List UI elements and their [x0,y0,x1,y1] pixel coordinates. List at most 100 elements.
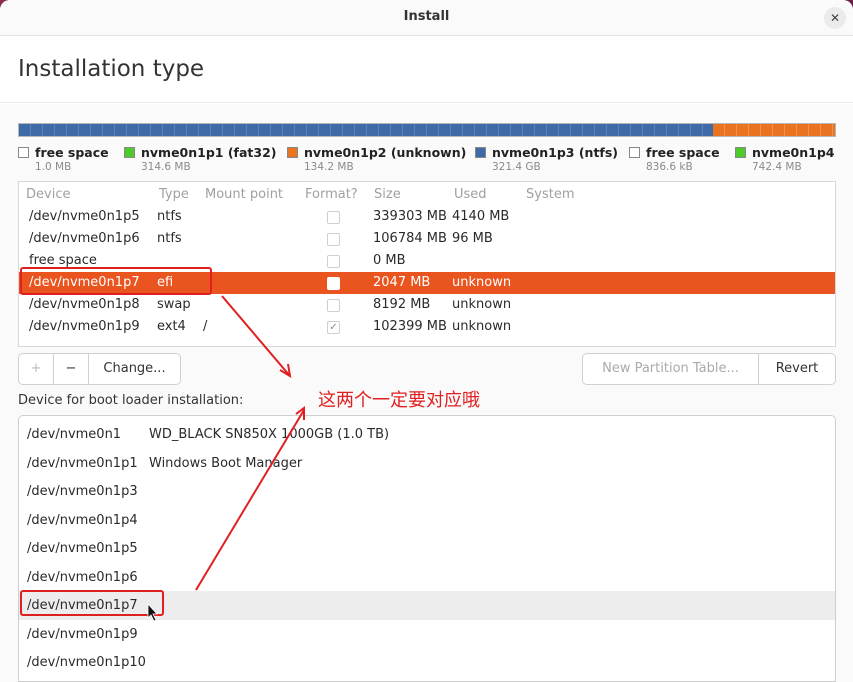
row-size: 339303 MB [373,209,447,224]
row-size: 0 MB [373,253,406,268]
format-checkbox[interactable] [327,233,340,246]
revert-button[interactable]: Revert [758,353,836,385]
table-header: Device Type Mount point Format? Size Use… [19,185,835,205]
row-type: ntfs [157,231,182,246]
row-size: 2047 MB [373,275,431,290]
legend-size: 1.0 MB [35,161,72,173]
boot-loader-label: Device for boot loader installation: [18,393,244,408]
boot-device-item[interactable]: /dev/nvme0n1p6 [19,563,835,592]
add-partition-button[interactable]: + [18,353,54,385]
legend-name: nvme0n1p2 (unknown) [304,145,467,160]
legend-swatch [475,147,486,158]
partition-legend: free space 1.0 MB nvme0n1p1 (fat32) 314.… [18,145,836,177]
boot-device-path: /dev/nvme0n1p9 [27,626,138,642]
row-device: /dev/nvme0n1p5 [29,209,140,224]
header-system[interactable]: System [526,187,574,202]
table-row[interactable]: /dev/nvme0n1p5 ntfs 339303 MB 4140 MB [19,206,835,228]
row-used: 96 MB [452,231,493,246]
boot-device-path: /dev/nvme0n1p4 [27,512,138,528]
legend-item: nvme0n1p3 (ntfs) 321.4 GB [475,145,618,173]
legend-name: nvme0n1p1 (fat32) [141,145,277,160]
remove-partition-button[interactable]: − [53,353,89,385]
header-format[interactable]: Format? [305,187,358,202]
legend-size: 134.2 MB [304,161,354,173]
format-checkbox[interactable] [327,277,340,290]
legend-swatch [735,147,746,158]
title-bar: Install ✕ [0,0,853,36]
row-type: swap [157,297,191,312]
legend-item: nvme0n1p4 742.4 MB [735,145,835,173]
legend-size: 321.4 GB [492,161,541,173]
row-device: /dev/nvme0n1p8 [29,297,140,312]
boot-device-item[interactable]: /dev/nvme0n1p1 Windows Boot Manager [19,449,835,478]
boot-device-item[interactable]: /dev/nvme0n1p9 [19,620,835,649]
format-checkbox[interactable] [327,299,340,312]
partition-bar-segment-other [712,124,835,136]
legend-item: free space 1.0 MB [18,145,109,173]
install-window: Install ✕ Installation type free space 1… [0,0,853,682]
row-device: free space [29,253,97,268]
page-header: Installation type [0,37,853,103]
legend-item: nvme0n1p2 (unknown) 134.2 MB [287,145,466,173]
boot-device-path: /dev/nvme0n1p1 [27,455,138,471]
table-row[interactable]: /dev/nvme0n1p9 ext4 / ✓ 102399 MB unknow… [19,316,835,338]
boot-device-desc: WD_BLACK SN850X 1000GB (1.0 TB) [149,427,390,442]
annotation-box-efi-row [20,267,212,295]
boot-device-path: /dev/nvme0n1p5 [27,541,138,556]
partition-bar-segment-ntfs [19,124,713,136]
header-size[interactable]: Size [374,187,401,202]
table-row[interactable]: /dev/nvme0n1p8 swap 8192 MB unknown [19,294,835,316]
row-mount: / [203,319,208,334]
row-size: 8192 MB [373,297,431,312]
legend-name: nvme0n1p3 (ntfs) [492,145,619,160]
boot-device-item[interactable]: /dev/nvme0n1 WD_BLACK SN850X 1000GB (1.0… [19,420,835,449]
row-type: ext4 [157,319,186,334]
legend-swatch [287,147,298,158]
row-device: /dev/nvme0n1p9 [29,319,140,334]
header-type[interactable]: Type [159,187,189,202]
legend-swatch [124,147,135,158]
row-used: unknown [452,297,512,312]
row-device: /dev/nvme0n1p6 [29,231,140,246]
row-size: 106784 MB [373,231,447,246]
format-checkbox[interactable] [327,211,340,224]
window-title: Install [403,9,450,24]
format-checkbox[interactable] [327,255,340,268]
legend-swatch [18,147,29,158]
row-used: unknown [452,319,512,334]
boot-device-item[interactable]: /dev/nvme0n1p3 [19,477,835,506]
boot-device-desc: Windows Boot Manager [149,455,303,471]
row-type: ntfs [157,209,182,224]
boot-device-path: /dev/nvme0n1 [27,427,122,442]
boot-device-item[interactable]: /dev/nvme0n1p4 [19,506,835,535]
legend-item: free space 836.6 kB [629,145,720,173]
legend-name: nvme0n1p4 [752,145,835,160]
row-used: unknown [452,275,512,290]
boot-device-path: /dev/nvme0n1p3 [27,484,138,499]
annotation-box-boot-device [20,590,164,616]
partition-usage-bar [18,123,836,137]
new-partition-table-button[interactable]: New Partition Table... [582,353,759,385]
close-icon: ✕ [829,11,841,25]
table-row[interactable]: /dev/nvme0n1p6 ntfs 106784 MB 96 MB [19,228,835,250]
annotation-note: 这两个一定要对应哦 [318,390,480,411]
legend-size: 836.6 kB [646,161,693,173]
change-partition-button[interactable]: Change... [88,353,181,385]
boot-loader-device-list[interactable]: /dev/nvme0n1 WD_BLACK SN850X 1000GB (1.0… [18,415,836,682]
page-title: Installation type [18,56,205,82]
row-size: 102399 MB [373,319,447,334]
header-used[interactable]: Used [454,187,487,202]
format-checkbox[interactable]: ✓ [327,321,340,334]
close-button[interactable]: ✕ [824,7,846,29]
legend-swatch [629,147,640,158]
legend-size: 742.4 MB [752,161,802,173]
row-used: 4140 MB [452,209,510,224]
header-device[interactable]: Device [26,187,70,202]
partition-table[interactable]: Device Type Mount point Format? Size Use… [18,181,836,347]
header-mount-point[interactable]: Mount point [205,187,283,202]
legend-name: free space [646,145,720,160]
boot-device-item[interactable]: /dev/nvme0n1p5 [19,534,835,563]
boot-device-path: /dev/nvme0n1p10 [27,655,146,670]
legend-item: nvme0n1p1 (fat32) 314.6 MB [124,145,277,173]
boot-device-item[interactable]: /dev/nvme0n1p10 [19,648,835,677]
